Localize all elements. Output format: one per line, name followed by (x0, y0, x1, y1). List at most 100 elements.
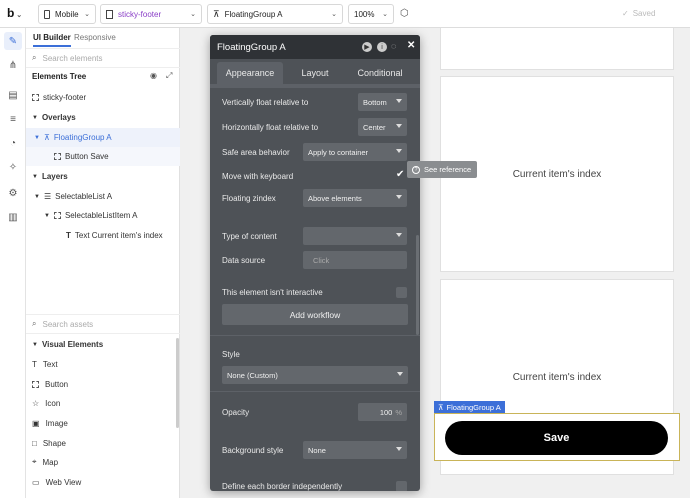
border-independent-checkbox[interactable] (396, 481, 407, 491)
vertical-float-value: Bottom (363, 97, 387, 107)
editor-header[interactable]: FloatingGroup A (210, 35, 420, 59)
tab-underline (210, 84, 420, 88)
asset-button[interactable]: Button (32, 375, 68, 393)
opacity-input[interactable]: 100 % (358, 403, 407, 421)
asset-image[interactable]: ▣ Image (32, 414, 68, 432)
button-icon (54, 153, 61, 160)
vertical-float-label: Vertically float relative to (222, 98, 309, 107)
save-button[interactable]: Save (445, 421, 668, 455)
bubble-logo[interactable]: b ⌄ (7, 6, 22, 20)
tab-responsive[interactable]: Responsive (74, 33, 116, 42)
dropdown-arrow-icon (396, 447, 402, 451)
horizontal-float-select[interactable]: Center (358, 118, 407, 136)
dropdown-arrow-icon (396, 195, 402, 199)
data-source-placeholder: Click (313, 255, 330, 265)
caret-down-icon: ▼ (32, 114, 38, 121)
asset-text[interactable]: T Text (32, 355, 58, 373)
chevron-down-icon: ⌄ (190, 11, 196, 18)
list-item-card[interactable] (440, 28, 674, 70)
visual-elements-section[interactable]: ▼ Visual Elements (26, 335, 180, 354)
editor-title: FloatingGroup A (217, 41, 286, 53)
data-source-input[interactable]: Click (303, 251, 407, 269)
data-icon[interactable]: ▤ (4, 86, 22, 104)
opacity-unit: % (395, 407, 402, 417)
button-icon (32, 380, 39, 388)
logs-icon[interactable]: ▥ (4, 208, 22, 226)
tree-item-text-index[interactable]: T Text Current item's index (26, 226, 180, 245)
zoom-select[interactable]: 100% ⌄ (348, 4, 394, 24)
move-keyboard-label: Move with keyboard (222, 172, 294, 181)
floating-zindex-select[interactable]: Above elements (303, 189, 407, 207)
info-icon[interactable]: i (377, 42, 387, 52)
see-reference-label: See reference (424, 165, 472, 174)
horizontal-float-label: Horizontally float relative to (222, 123, 319, 132)
question-circle-icon: ? (412, 165, 420, 174)
web-view-icon: ▭ (32, 477, 40, 487)
not-interactive-checkbox[interactable] (396, 287, 407, 298)
tree-item-selectable-list[interactable]: ▼ ☰ SelectableList A (26, 187, 180, 206)
tab-layout[interactable]: Layout (290, 62, 340, 84)
tab-appearance[interactable]: Appearance (217, 62, 283, 84)
tree-item-root[interactable]: sticky-footer (26, 88, 180, 107)
tree-section-label: Overlays (41, 113, 76, 122)
close-icon[interactable]: ✕ (407, 40, 415, 51)
safe-area-select[interactable]: Apply to container (303, 143, 407, 161)
tree-section-layers[interactable]: ▼ Layers (26, 167, 180, 186)
add-workflow-button[interactable]: Add workflow (222, 304, 408, 325)
see-reference-button[interactable]: ? See reference (407, 161, 477, 178)
dropdown-arrow-icon (396, 149, 402, 153)
search-elements-placeholder: Search elements (42, 53, 103, 63)
safe-area-label: Safe area behavior (222, 148, 290, 157)
safe-area-value: Apply to container (308, 147, 369, 157)
dropdown-arrow-icon (396, 233, 402, 237)
text-icon: T (32, 359, 37, 369)
tree-section-overlays[interactable]: ▼ Overlays (26, 108, 180, 127)
settings-icon[interactable]: ⚙ (4, 184, 22, 202)
cube-icon[interactable]: ⬡ (400, 8, 409, 19)
tree-item-button-save[interactable]: Button Save (26, 147, 180, 166)
asset-map[interactable]: ⌖ Map (32, 453, 58, 471)
floating-group-icon: ⊼ (213, 8, 220, 19)
tree-item-floating-group[interactable]: ▼ ⊼ FloatingGroup A (26, 128, 180, 147)
asset-shape[interactable]: □ Shape (32, 434, 66, 452)
asset-label: Text (42, 359, 58, 369)
page-select[interactable]: sticky-footer ⌄ (100, 4, 202, 24)
style-select[interactable]: None (Custom) (222, 366, 408, 384)
type-of-content-select[interactable] (303, 227, 407, 245)
editor-scrollbar[interactable] (416, 235, 419, 335)
search-elements[interactable]: ⌕ Search elements (26, 48, 180, 68)
tab-conditional[interactable]: Conditional (350, 62, 410, 84)
eye-icon[interactable]: ◉ (150, 71, 157, 80)
tree-item-selectable-list-item[interactable]: ▼ SelectableListItem A (26, 206, 180, 225)
chevron-down-icon: ⌄ (382, 11, 388, 18)
device-label: Mobile (55, 9, 79, 19)
floating-zindex-label: Floating zindex (222, 194, 276, 203)
dropdown-arrow-icon (397, 372, 403, 376)
chevron-down-icon: ⌄ (84, 11, 90, 18)
group-dashed-icon (53, 212, 61, 219)
tab-ui-builder[interactable]: UI Builder (33, 33, 71, 47)
plugin-icon[interactable]: ✧ (4, 158, 22, 176)
asset-label: Button (45, 379, 69, 389)
expand-icon[interactable]: ⤢ (166, 71, 172, 81)
background-style-select[interactable]: None (303, 441, 407, 459)
scrollbar[interactable] (176, 338, 179, 428)
asset-web-view[interactable]: ▭ Web View (32, 473, 81, 491)
list-icon: ☰ (43, 192, 52, 201)
search-assets[interactable]: ⌕ Search assets (26, 314, 180, 334)
move-keyboard-checkbox[interactable]: ✔ (396, 169, 404, 180)
item-index-text: Current item's index (512, 372, 602, 383)
comment-icon[interactable]: ◌ (391, 41, 396, 51)
not-interactive-label: This element isn't interactive (222, 288, 323, 297)
database-icon[interactable]: ≡ (4, 110, 22, 128)
vertical-float-select[interactable]: Bottom (358, 93, 407, 111)
pencil-icon[interactable]: ✎ (4, 32, 22, 50)
asset-icon[interactable]: ☆ Icon (32, 394, 60, 412)
workflow-icon[interactable]: ⋔ (4, 56, 22, 74)
floating-group-tag[interactable]: ⊼ FloatingGroup A (434, 401, 505, 413)
device-icon (44, 9, 50, 19)
play-icon[interactable]: ▶ (362, 42, 372, 52)
palette-icon[interactable]: ◔ (4, 134, 22, 152)
element-select[interactable]: ⊼ FloatingGroup A ⌄ (207, 4, 343, 24)
device-select[interactable]: Mobile ⌄ (38, 4, 96, 24)
